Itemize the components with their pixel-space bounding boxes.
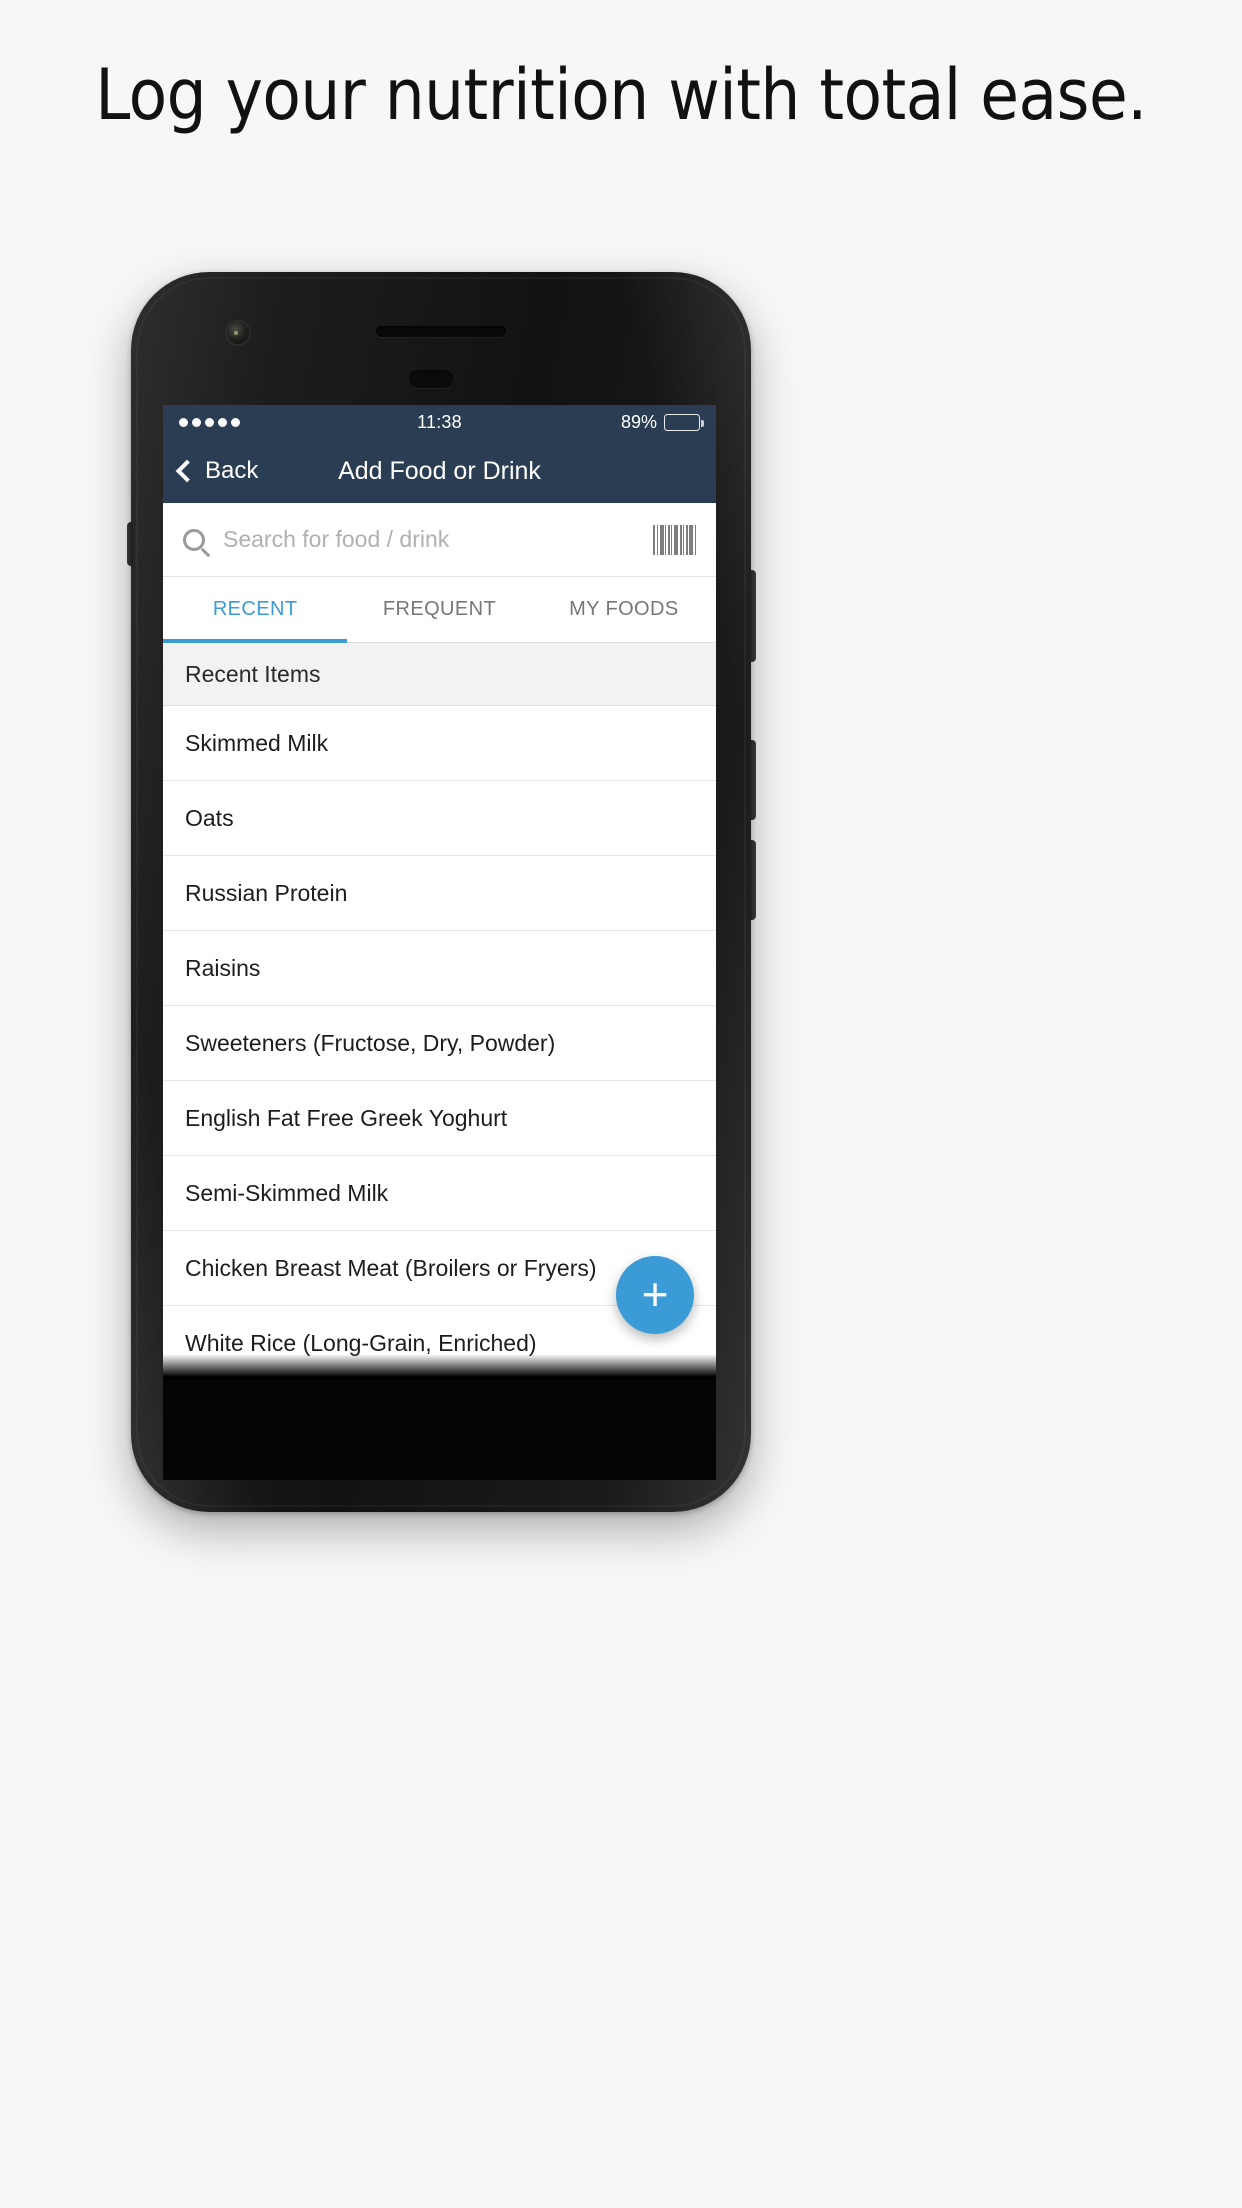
list-item[interactable]: English Fat Free Greek Yoghurt <box>163 1081 716 1156</box>
search-icon <box>183 528 205 551</box>
battery-icon <box>664 413 704 431</box>
volume-up-button[interactable] <box>749 740 756 820</box>
back-button-label: Back <box>205 457 259 484</box>
plus-icon: + <box>641 1268 669 1321</box>
back-button[interactable]: Back <box>175 457 259 485</box>
proximity-sensor <box>409 370 453 388</box>
phone-bottom-screen-area <box>163 1380 716 1480</box>
list-item[interactable]: Skimmed Milk <box>163 706 716 781</box>
search-bar[interactable]: Search for food / drink <box>163 503 716 577</box>
chevron-left-icon <box>175 459 199 482</box>
add-food-button[interactable]: + <box>616 1256 694 1334</box>
tab-frequent[interactable]: FREQUENT <box>347 577 531 642</box>
tab-recent[interactable]: RECENT <box>163 577 348 643</box>
search-input[interactable]: Search for food / drink <box>223 526 635 553</box>
navigation-bar: Back Add Food or Drink <box>163 439 716 503</box>
volume-down-button[interactable] <box>749 840 756 920</box>
power-button[interactable] <box>749 570 756 662</box>
list-item[interactable]: Russian Protein <box>163 856 716 931</box>
list-item[interactable]: Raisins <box>163 931 716 1006</box>
list-item[interactable]: Oats <box>163 781 716 856</box>
battery-percentage: 89% <box>620 411 657 432</box>
front-camera-icon <box>227 322 249 344</box>
barcode-scanner-icon[interactable] <box>653 524 696 555</box>
tab-bar: RECENT FREQUENT MY FOODS <box>163 577 716 643</box>
list-item[interactable]: Semi-Skimmed Milk <box>163 1156 716 1231</box>
status-bar-right: 89% <box>620 411 704 433</box>
tab-my-foods[interactable]: MY FOODS <box>532 577 716 642</box>
list-section-header: Recent Items <box>163 643 716 706</box>
phone-mockup: 11:38 89% Back Add Food or Drink Search … <box>127 272 756 1512</box>
list-item[interactable]: Sweeteners (Fructose, Dry, Powder) <box>163 1006 716 1081</box>
earpiece-speaker <box>376 326 506 337</box>
mute-switch[interactable] <box>127 522 133 566</box>
phone-screen: 11:38 89% Back Add Food or Drink Search … <box>163 405 716 1380</box>
status-bar: 11:38 89% <box>163 405 716 439</box>
promo-headline: Log your nutrition with total ease. <box>95 54 1147 136</box>
